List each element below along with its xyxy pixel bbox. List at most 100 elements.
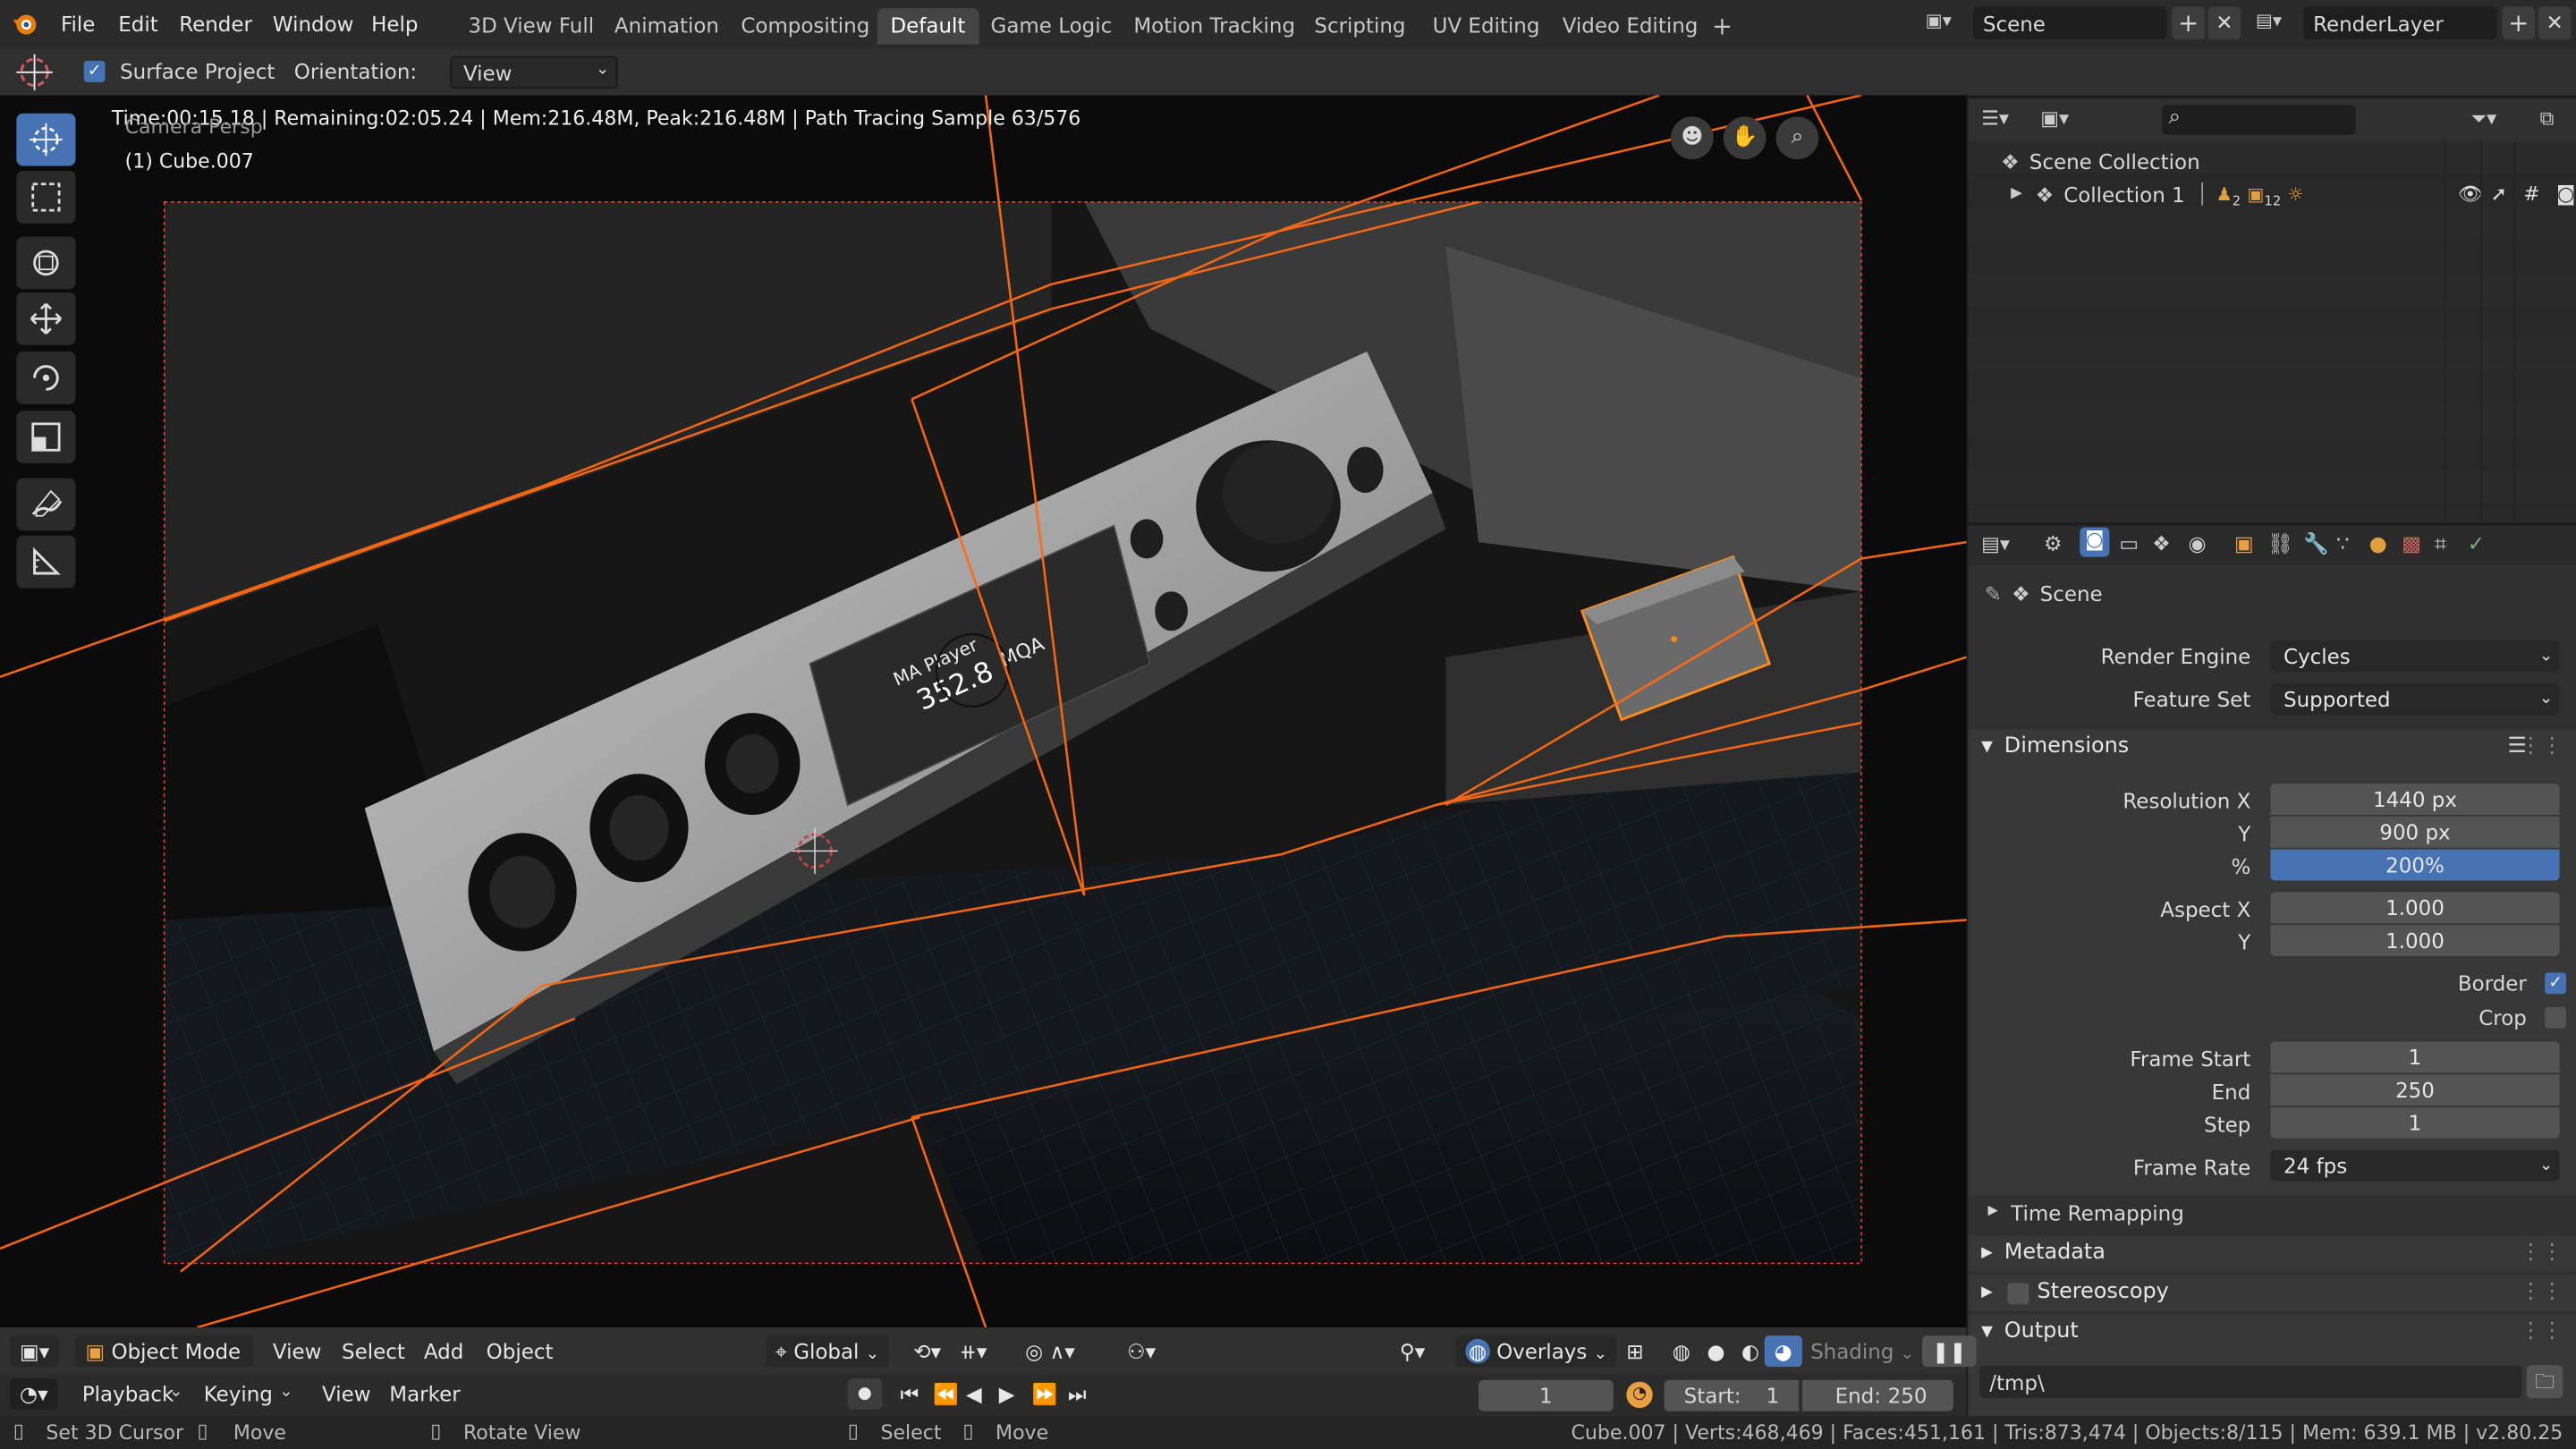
tab-compositing[interactable]: Compositing [728,8,883,44]
menu-window[interactable]: Window [273,12,354,37]
outliner-search-input[interactable]: ⌕ [2162,105,2356,135]
transform-orientation-dropdown[interactable]: ⌖ Global ⌄ [765,1335,890,1368]
scene-name-field[interactable]: Scene [1972,6,2167,40]
snap-icon[interactable]: ⧺▾ [950,1335,997,1367]
object-tab-icon[interactable]: ▣ [2234,530,2254,555]
texture-tab-icon[interactable]: ⌗ [2435,530,2446,556]
new-collection-icon[interactable]: ⧉ [2540,106,2555,131]
menu-select[interactable]: Select [332,1335,415,1367]
time-remapping-subpanel[interactable]: ▶ Time Remapping [1985,1199,2560,1229]
menu-render[interactable]: Render [179,12,252,37]
drag-handle-icon[interactable]: ⋮⋮ [2521,1314,2563,1350]
start-frame-field[interactable]: Start: 1 [1664,1379,1800,1411]
drag-handle-icon[interactable]: ⋮⋮ [2521,1275,2563,1310]
tool-tab-icon[interactable]: ⚙ [2044,530,2063,555]
stereoscopy-panel-header[interactable]: ▶ Stereoscopy ⋮⋮ [1968,1275,2576,1311]
editor-type-button[interactable]: ▣▾ [10,1335,60,1368]
delete-scene-button[interactable]: ✕ [2207,6,2241,40]
timeline-editor-type-button[interactable]: ◔▾ [10,1378,58,1410]
play-reverse-icon[interactable]: ◀ [956,1378,992,1410]
scene-tab-icon[interactable]: ◉ [2189,530,2207,555]
frame-rate-dropdown[interactable]: 24 fps ⌄ [2270,1149,2560,1182]
proportional-edit-icon[interactable]: ◎ ∧▾ [1015,1335,1085,1367]
add-render-layer-button[interactable]: + [2502,6,2536,40]
menu-marker[interactable]: Marker [379,1378,470,1410]
menu-help[interactable]: Help [371,12,418,37]
menu-file[interactable]: File [61,12,95,37]
particles-tab-icon[interactable]: ∵ [2336,530,2350,555]
crop-checkbox[interactable] [2545,1006,2566,1029]
tab-default[interactable]: Default [877,8,979,45]
tab-video-editing[interactable]: Video Editing [1549,8,1711,44]
render-tab-icon[interactable]: ◙ [2080,527,2110,557]
border-checkbox[interactable]: ✓ [2545,972,2566,995]
measure-tool-button[interactable] [16,535,76,589]
constraints-tab-icon[interactable]: ⛓ [2267,530,2293,556]
delete-render-layer-button[interactable]: ✕ [2538,6,2572,40]
folder-icon[interactable]: 🗀 [2526,1365,2563,1399]
frame-step-field[interactable]: 1 [2270,1106,2560,1139]
shading-wireframe-icon[interactable]: ◍ [1663,1335,1700,1367]
tab-3d-view-full[interactable]: 3D View Full [455,8,607,44]
pin-icon[interactable]: ✎ [1985,581,2002,606]
gizmo-icon[interactable]: ⚇▾ [1117,1335,1165,1367]
scene-selector-icon[interactable]: ▣▾ [1926,10,1969,38]
menu-add[interactable]: Add [414,1335,473,1367]
render-camera-icon[interactable]: ◙ [2556,182,2575,206]
frame-start-field[interactable]: 1 [2270,1041,2560,1073]
editor-type-icon[interactable]: ☰▾ [1981,106,2009,130]
3d-viewport[interactable]: MA Player 352.8 MQA Time:00:15.18 | Rema… [0,95,1967,1328]
pivot-icon[interactable]: ⟲▾ [903,1335,951,1367]
drag-handle-icon[interactable]: ⋮⋮ [2521,1235,2563,1271]
menu-view[interactable]: View [312,1378,381,1410]
physics-tab-icon[interactable]: ● [2369,530,2387,555]
tab-uv-editing[interactable]: UV Editing [1419,8,1553,44]
transform-tool-button[interactable] [16,236,76,290]
filter-icon[interactable]: ⏷▾ [2470,106,2496,131]
output-path-input[interactable]: /tmp\ [1979,1365,2522,1399]
add-workspace-button[interactable]: + [1699,8,1745,44]
tab-motion-tracking[interactable]: Motion Tracking [1121,8,1309,44]
outliner-scene-collection[interactable]: ❖ Scene Collection [2001,146,2200,175]
surface-project-checkbox[interactable]: ✓ [83,60,106,82]
record-button[interactable]: ● [847,1378,882,1410]
aspect-y-field[interactable]: 1.000 [2270,925,2560,956]
expand-arrow-icon[interactable]: ▶ [2011,186,2022,202]
display-mode-icon[interactable]: ▣▾ [2040,106,2069,130]
menu-view[interactable]: View [263,1335,332,1367]
select-arrow-icon[interactable]: ➚ [2490,182,2506,206]
select-box-tool-button[interactable] [16,171,76,224]
hide-grid-icon[interactable]: # [2523,182,2539,206]
shading-dropdown[interactable]: Shading ⌄ [1801,1335,1924,1367]
output-panel-header[interactable]: ▼ Output ⋮⋮ [1968,1314,2576,1351]
feature-set-dropdown[interactable]: Supported ⌄ [2270,683,2560,715]
zoom-view-icon[interactable]: ⌕ [1775,116,1819,160]
play-icon[interactable]: ▶ [989,1378,1025,1410]
material-tab-icon[interactable]: ▩ [2402,530,2421,555]
output-tab-icon[interactable]: ▭ [2119,530,2139,555]
frame-end-field[interactable]: 250 [2270,1074,2560,1106]
visibility-icon[interactable]: ⚲▾ [1390,1335,1435,1367]
end-frame-field[interactable]: End: 250 [1801,1379,1953,1411]
tab-scripting[interactable]: Scripting [1301,8,1419,44]
stereoscopy-checkbox[interactable] [2007,1283,2029,1305]
shading-solid-icon[interactable]: ● [1697,1335,1734,1367]
view-layer-tab-icon[interactable]: ❖ [2152,530,2171,555]
modifiers-tab-icon[interactable]: 🔧 [2303,530,2329,556]
pause-render-icon[interactable]: ❚❚ [1921,1335,1977,1368]
resolution-x-field[interactable]: 1440 px [2270,784,2560,816]
aspect-x-field[interactable]: 1.000 [2270,892,2560,924]
move-tool-button[interactable] [16,292,76,345]
metadata-panel-header[interactable]: ▶ Metadata ⋮⋮ [1968,1235,2576,1272]
render-layer-field[interactable]: RenderLayer [2303,6,2497,40]
editor-type-icon[interactable]: ▤▾ [1981,532,2010,555]
menu-playback[interactable]: Playback [72,1378,183,1410]
pan-view-icon[interactable]: ✋ [1723,116,1767,160]
tab-animation[interactable]: Animation [601,8,732,44]
render-engine-dropdown[interactable]: Cycles ⌄ [2270,640,2560,673]
overlays-toggle[interactable]: ◍ Overlays ⌄ [1455,1335,1618,1368]
dimensions-panel-header[interactable]: ▼ Dimensions ☰ ⋮⋮ [1968,729,2576,766]
menu-keying[interactable]: Keying [194,1378,283,1410]
scale-tool-button[interactable] [16,411,76,463]
visibility-eye-icon[interactable]: 👁 [2458,182,2483,206]
